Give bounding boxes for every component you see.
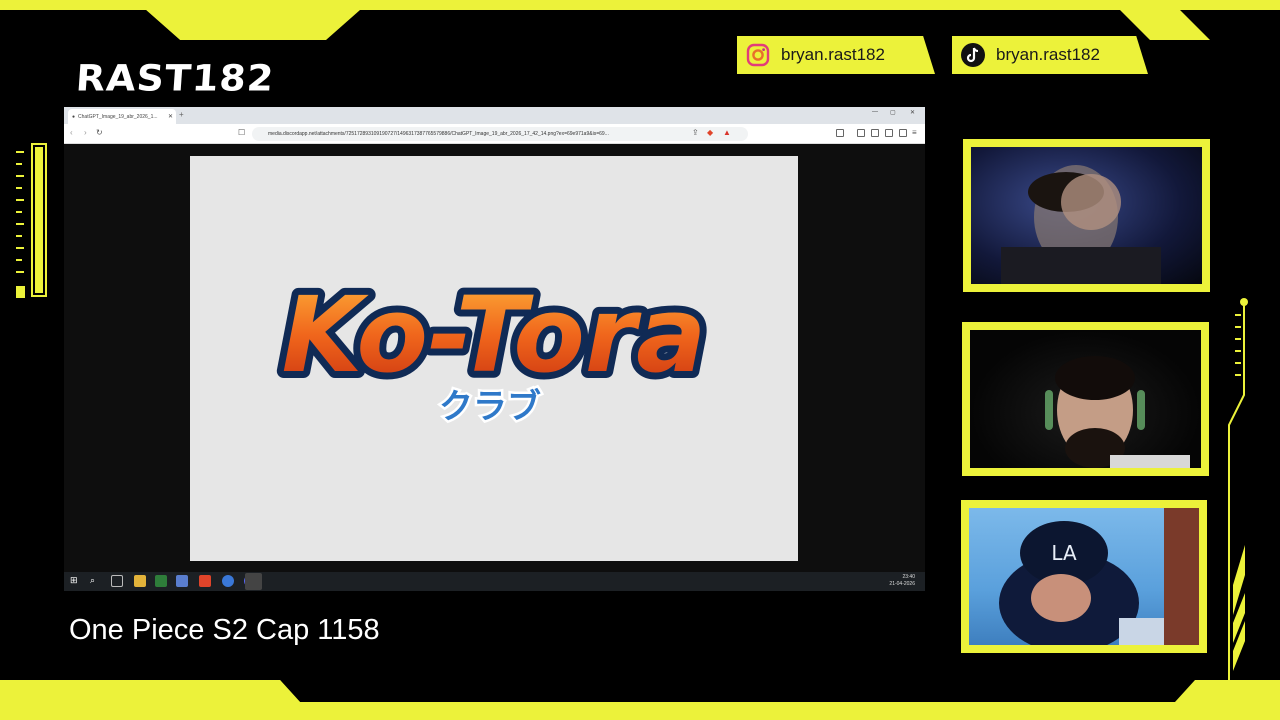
excel-icon[interactable] [155,575,167,587]
browser-tab[interactable]: ● ChatGPT_Image_19_abr_2026_1... ✕ [68,109,176,124]
share-icon[interactable]: ⇪ [692,128,699,137]
extensions-icon[interactable] [871,129,879,137]
tiktok-handle: bryan.rast182 [996,45,1100,64]
reload-icon[interactable]: ↻ [96,128,103,137]
new-tab-icon[interactable]: + [179,110,184,119]
channel-logo: RAST182 [74,57,276,99]
tiktok-handle-badge: bryan.rast182 [952,36,1148,74]
start-icon[interactable]: ⊞ [70,575,82,587]
search-icon[interactable]: ⌕ [90,575,102,587]
webcam-feed [970,330,1201,468]
instagram-handle: bryan.rast182 [781,45,885,64]
obs-icon[interactable] [245,573,262,590]
browser-tab-strip: ● ChatGPT_Image_19_abr_2026_1... ✕ + — ▢… [64,107,925,124]
wallet-icon[interactable] [885,129,893,137]
app-icon[interactable] [176,575,188,587]
overlay-top-band [0,0,1280,40]
episode-caption: One Piece S2 Cap 1158 [69,614,380,646]
webcam-feed [971,147,1202,284]
overlay-left-meter [16,143,47,298]
taskbar-time: 23:40 [902,574,915,580]
close-window-icon[interactable]: ✕ [910,109,915,116]
logo-subtitle: クラブ [439,387,541,427]
ko-tora-logo: Ko-Tora クラブ [275,267,714,430]
taskbar-date: 21-04-2026 [889,581,915,587]
webcam-panel-2 [962,322,1209,476]
maximize-icon[interactable]: ▢ [890,109,896,116]
file-explorer-icon[interactable] [134,575,146,587]
webcam-panel-3: LA [961,500,1207,653]
webcam-panel-1 [963,139,1210,292]
forward-icon[interactable]: › [84,128,87,137]
chrome-icon[interactable] [222,575,234,587]
brave-icon[interactable] [199,575,211,587]
tiktok-icon [961,43,985,67]
tab-favicon-icon: ● [72,113,76,120]
webcam-feed: LA [969,508,1199,645]
back-icon[interactable]: ‹ [70,128,73,137]
screen-capture: ● ChatGPT_Image_19_abr_2026_1... ✕ + — ▢… [64,107,925,591]
tab-title: ChatGPT_Image_19_abr_2026_1... [78,113,158,120]
svg-text:LA: LA [1051,541,1077,565]
address-bar[interactable]: media.discordapp.net/attachments/7251728… [252,127,748,141]
overlay-bottom-band [0,680,1280,720]
logo-title: Ko-Tora [282,274,707,396]
windows-taskbar: ⊞ ⌕ 23:40 21-04-2026 [64,572,925,591]
minimize-icon[interactable]: — [872,109,878,115]
brave-shield-icon[interactable]: ◆ [707,128,713,137]
taskbar-clock[interactable]: 23:40 21-04-2026 [889,574,915,588]
bookmark-icon[interactable]: ☐ [238,128,245,137]
task-view-icon[interactable] [111,575,123,587]
browser-toolbar: ‹ › ↻ ☐ media.discordapp.net/attachments… [64,124,925,144]
browser-viewport: Ko-Tora クラブ [64,145,925,572]
displayed-image: Ko-Tora クラブ [190,156,798,561]
instagram-handle-badge: bryan.rast182 [737,36,935,74]
sidebar-icon[interactable] [857,129,865,137]
brave-rewards-icon[interactable]: ▲ [723,128,731,137]
overlay-right-rail [1228,298,1248,680]
tab-close-icon[interactable]: ✕ [168,113,173,120]
vpn-icon[interactable] [899,129,907,137]
menu-icon[interactable]: ≡ [912,128,917,137]
instagram-icon [746,43,770,67]
reader-icon[interactable] [836,129,844,137]
